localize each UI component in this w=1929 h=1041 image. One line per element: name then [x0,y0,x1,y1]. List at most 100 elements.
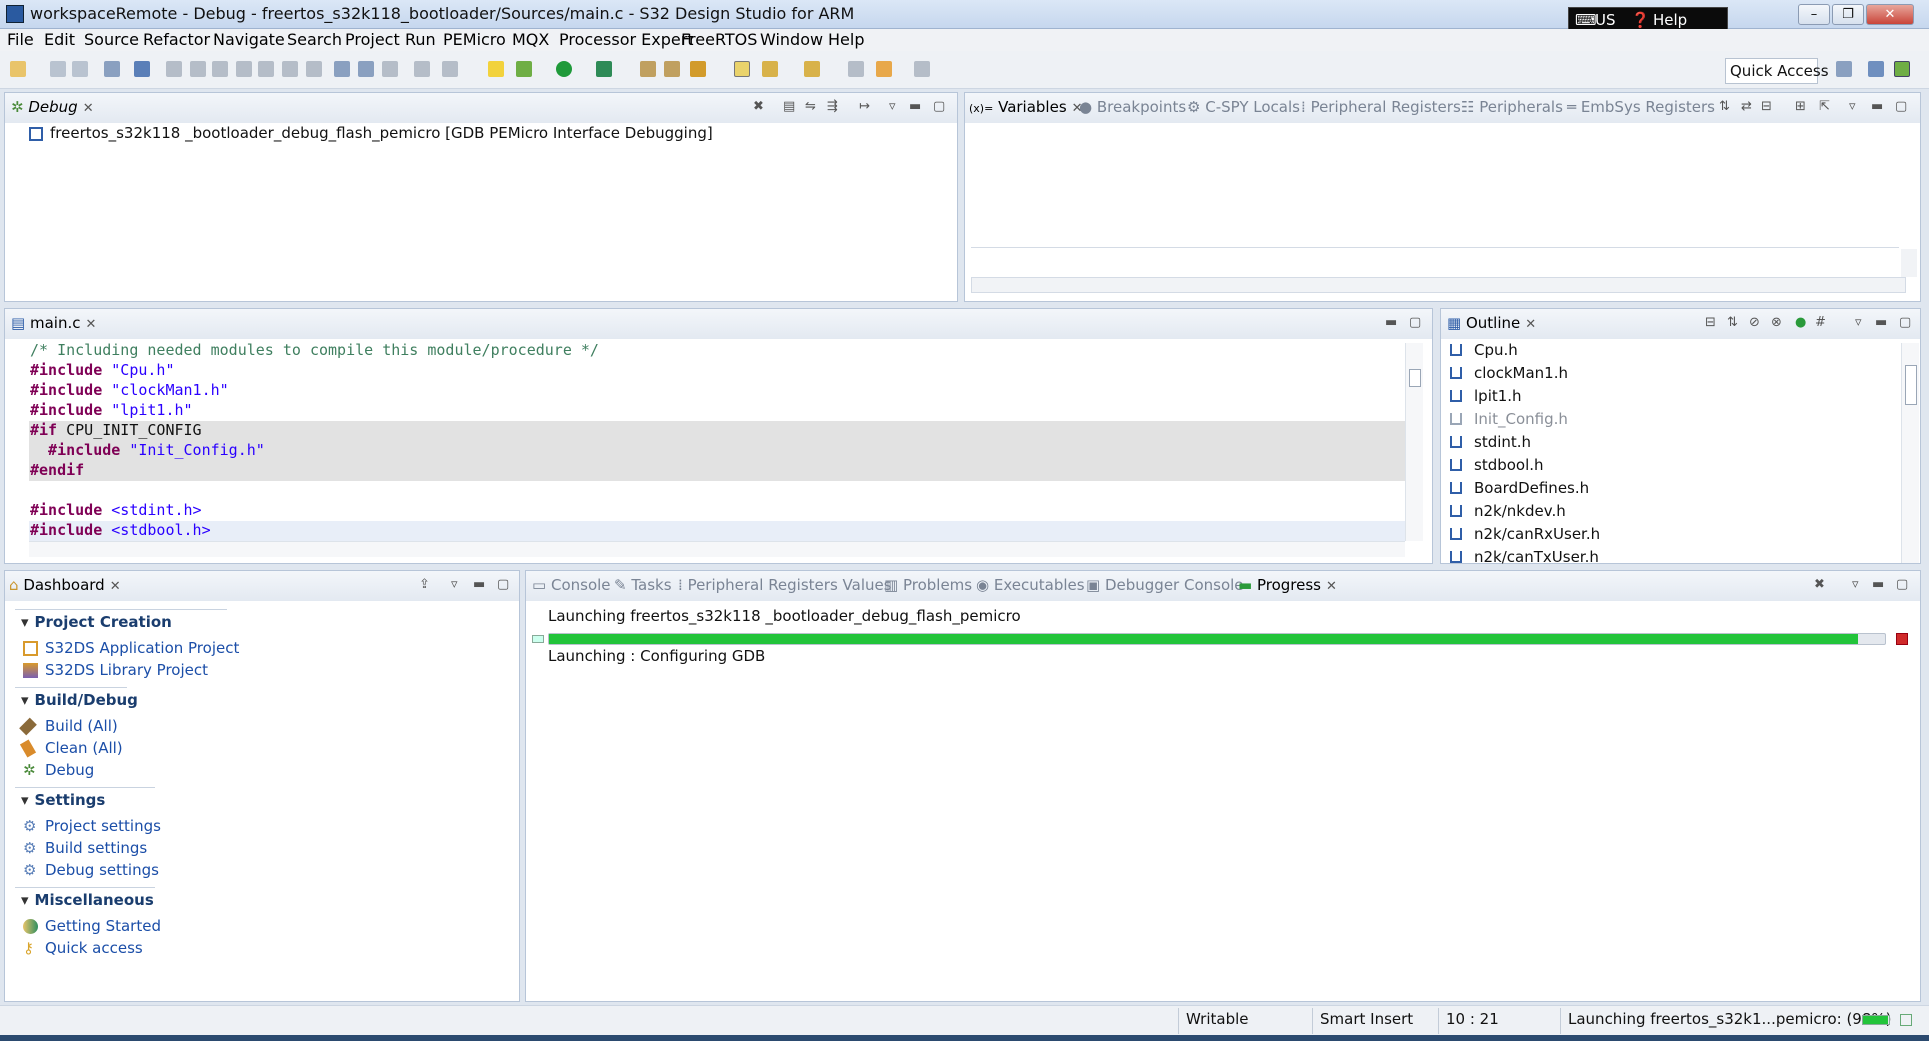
tab-breakpoints[interactable]: ● Breakpoints [1079,98,1186,116]
print-icon[interactable] [104,61,120,77]
open-type-icon[interactable] [640,61,656,77]
reset-icon[interactable] [358,61,374,77]
tab-dashboard[interactable]: ⌂ Dashboard ✕ [9,576,121,594]
outline-item[interactable]: stdbool.h [1450,456,1544,474]
maximize-icon[interactable]: ▢ [1895,99,1907,114]
refresh-icon[interactable] [414,61,430,77]
menu-window[interactable]: Window [760,30,823,49]
section-miscellaneous[interactable]: Miscellaneous [21,891,154,909]
link-getting-started[interactable]: Getting Started [23,917,161,935]
link-s32ds-application-project[interactable]: S32DS Application Project [23,639,239,657]
hide-fields-icon[interactable]: ⊘ [1749,315,1760,330]
step-over-icon[interactable] [282,61,298,77]
show-type-icon[interactable]: ⇅ [1719,99,1730,114]
sort-icon[interactable]: ⇅ [1727,315,1738,330]
menu-edit[interactable]: Edit [44,30,75,49]
link-quick-access[interactable]: ⚷ Quick access [23,939,143,957]
minimize-button[interactable]: – [1798,4,1830,25]
tab-cspy-locals[interactable]: ⚙ C-SPY Locals [1187,98,1300,116]
tab-debug[interactable]: ✲ Debug ✕ [11,98,94,116]
close-button[interactable]: ✕ [1866,4,1914,25]
tab-tasks[interactable]: ✎ Tasks [614,576,672,594]
vertical-scrollbar[interactable] [1901,249,1917,277]
view-menu-chevron-icon[interactable]: ▿ [451,577,458,592]
menu-search[interactable]: Search [287,30,342,49]
tab-embsys-registers[interactable]: ═ EmbSys Registers [1567,98,1715,116]
tab-debugger-console[interactable]: ▣ Debugger Console [1086,576,1244,594]
tab-outline[interactable]: ▦ Outline ✕ [1447,314,1536,332]
outline-scrollbar[interactable] [1901,343,1919,563]
suspend-icon[interactable] [190,61,206,77]
maximize-icon[interactable]: ▢ [1896,577,1908,592]
view-menu-chevron-icon[interactable]: ▿ [1855,315,1862,330]
minimize-icon[interactable]: ▬ [1385,315,1397,330]
open-task-icon[interactable] [664,61,680,77]
cancel-job-button[interactable] [1896,633,1908,645]
menu-mqx[interactable]: MQX [512,30,549,49]
minimize-icon[interactable]: ▬ [909,99,921,114]
minimize-icon[interactable]: ▬ [1872,577,1884,592]
lightning-icon[interactable] [488,61,504,77]
link-icon[interactable]: ↦ [859,99,870,114]
tab-problems[interactable]: ▥ Problems [884,576,972,594]
horizontal-scrollbar[interactable] [971,277,1906,293]
pin-icon[interactable]: ⇱ [1819,99,1830,114]
tab-console[interactable]: ▭ Console [532,576,611,594]
tab-peripherals[interactable]: ☷ Peripherals [1461,98,1563,116]
save-all-icon[interactable] [72,61,88,77]
new-icon[interactable] [10,61,26,77]
menu-pemicro[interactable]: PEMicro [443,30,506,49]
outline-item[interactable]: stdint.h [1450,433,1531,451]
debug-icon[interactable] [516,61,532,77]
annotation-icon[interactable] [762,61,778,77]
scroll-thumb[interactable] [1409,369,1421,387]
outline-item[interactable]: n2k/canTxUser.h [1450,548,1599,566]
view-menu-chevron-icon[interactable]: ▿ [1849,99,1856,114]
maximize-icon[interactable]: ▢ [1409,315,1421,330]
link-build-settings[interactable]: ⚙ Build settings [23,839,147,857]
outline-item[interactable]: Init_Config.h [1450,410,1568,428]
outline-item[interactable]: n2k/nkdev.h [1450,502,1566,520]
tab-variables[interactable]: (x)= Variables ✕ [969,98,1083,116]
skip-breakpoints-icon[interactable] [134,61,150,77]
debug-perspective-icon[interactable] [1894,61,1910,77]
status-progress-bar[interactable] [1862,1015,1890,1025]
help-label[interactable]: Help [1653,11,1687,29]
outline-item[interactable]: lpit1.h [1450,387,1522,405]
menu-run[interactable]: Run [405,30,436,49]
progress-view-icon[interactable] [1900,1014,1912,1026]
last-edit-icon[interactable] [848,61,864,77]
back-icon[interactable] [876,61,892,77]
tab-peripheral-registers-values[interactable]: ⁞ Peripheral Registers Values [678,576,892,594]
close-icon[interactable]: ✕ [110,579,121,594]
outline-item[interactable]: n2k/canRxUser.h [1450,525,1600,543]
link-debug[interactable]: ✲ Debug [23,761,94,779]
close-icon[interactable]: ✕ [83,101,94,116]
new-view-icon[interactable]: ⊞ [1795,99,1806,114]
expand-icon[interactable]: ⇋ [805,99,816,114]
quick-access-input[interactable]: Quick Access [1725,58,1829,84]
outline-item[interactable]: clockMan1.h [1450,364,1568,382]
c-perspective-icon[interactable] [1868,61,1884,77]
search-icon[interactable] [690,61,706,77]
toggle-mark-icon[interactable] [734,61,750,77]
tab-main-c[interactable]: ▤ main.c ✕ [11,314,96,332]
menu-refactor[interactable]: Refactor [143,30,210,49]
instruction-stepping-icon[interactable] [334,61,350,77]
connect-icon[interactable] [442,61,458,77]
view-menu-chevron-icon[interactable]: ▿ [889,99,896,114]
run-icon[interactable] [556,61,572,77]
open-perspective-icon[interactable] [1836,61,1852,77]
next-annotation-icon[interactable] [804,61,820,77]
menu-processor-expert[interactable]: Processor Expert [559,30,694,49]
remove-all-icon[interactable]: ✖ [1814,577,1825,592]
close-icon[interactable]: ✕ [1326,579,1337,594]
editor-vertical-scrollbar[interactable] [1405,343,1423,541]
minimize-icon[interactable]: ▬ [1875,315,1887,330]
restart-icon[interactable] [382,61,398,77]
close-icon[interactable]: ✕ [85,317,96,332]
link-project-settings[interactable]: ⚙ Project settings [23,817,161,835]
close-icon[interactable]: ✕ [1525,317,1536,332]
hide-non-public-icon[interactable]: ● [1795,315,1806,330]
editor-horizontal-scrollbar[interactable] [29,541,1405,557]
